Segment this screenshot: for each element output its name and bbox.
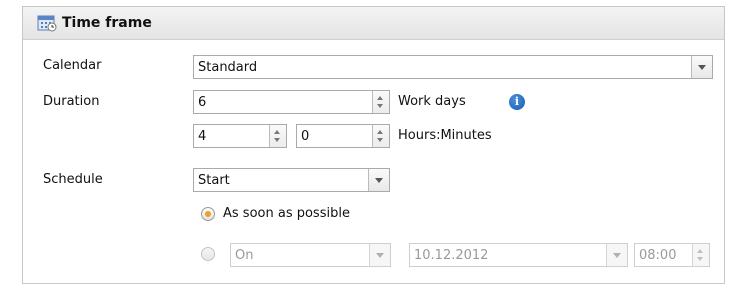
spin-up-icon[interactable] [697,249,703,253]
chevron-down-icon[interactable] [606,244,627,266]
time-input[interactable]: 08:00 [634,243,710,267]
calendar-icon [37,15,57,32]
calendar-label: Calendar [43,58,102,73]
spin-down-icon[interactable] [377,104,383,108]
spin-down-icon[interactable] [274,138,280,142]
on-value: On [235,248,254,263]
hours-input[interactable]: 4 [193,124,287,148]
chevron-down-icon[interactable] [368,169,389,191]
panel-title: Time frame [62,15,152,31]
time-stepper[interactable] [692,244,709,266]
spin-down-icon[interactable] [697,257,703,261]
work-days-unit: Work days [398,94,466,109]
minutes-value: 0 [301,129,310,144]
spin-down-icon[interactable] [377,138,383,142]
date-value: 10.12.2012 [414,248,489,263]
time-frame-panel: Time frame Calendar Standard Duration 6 … [22,6,725,284]
minutes-input[interactable]: 0 [296,124,390,148]
work-days-stepper[interactable] [372,91,389,113]
asap-radio[interactable] [201,207,215,221]
hours-stepper[interactable] [269,125,286,147]
hours-value: 4 [198,129,207,144]
schedule-value: Start [198,173,230,188]
minutes-stepper[interactable] [372,125,389,147]
time-value: 08:00 [639,248,677,263]
schedule-label: Schedule [43,172,103,187]
panel-header: Time frame [23,7,724,40]
time-unit-label: Hours:Minutes [398,128,492,143]
spin-up-icon[interactable] [377,130,383,134]
calendar-value: Standard [198,60,258,75]
schedule-select[interactable]: Start [193,168,390,192]
chevron-down-icon[interactable] [691,56,712,78]
asap-label: As soon as possible [223,206,350,221]
chevron-down-icon[interactable] [369,244,390,266]
spin-up-icon[interactable] [377,96,383,100]
info-icon[interactable]: i [509,94,525,110]
duration-label: Duration [43,94,100,109]
on-select[interactable]: On [230,243,391,267]
calendar-select[interactable]: Standard [193,55,713,79]
spin-up-icon[interactable] [274,130,280,134]
date-select[interactable]: 10.12.2012 [409,243,628,267]
work-days-input[interactable]: 6 [193,90,390,114]
work-days-value: 6 [198,95,207,110]
on-radio[interactable] [201,247,215,261]
